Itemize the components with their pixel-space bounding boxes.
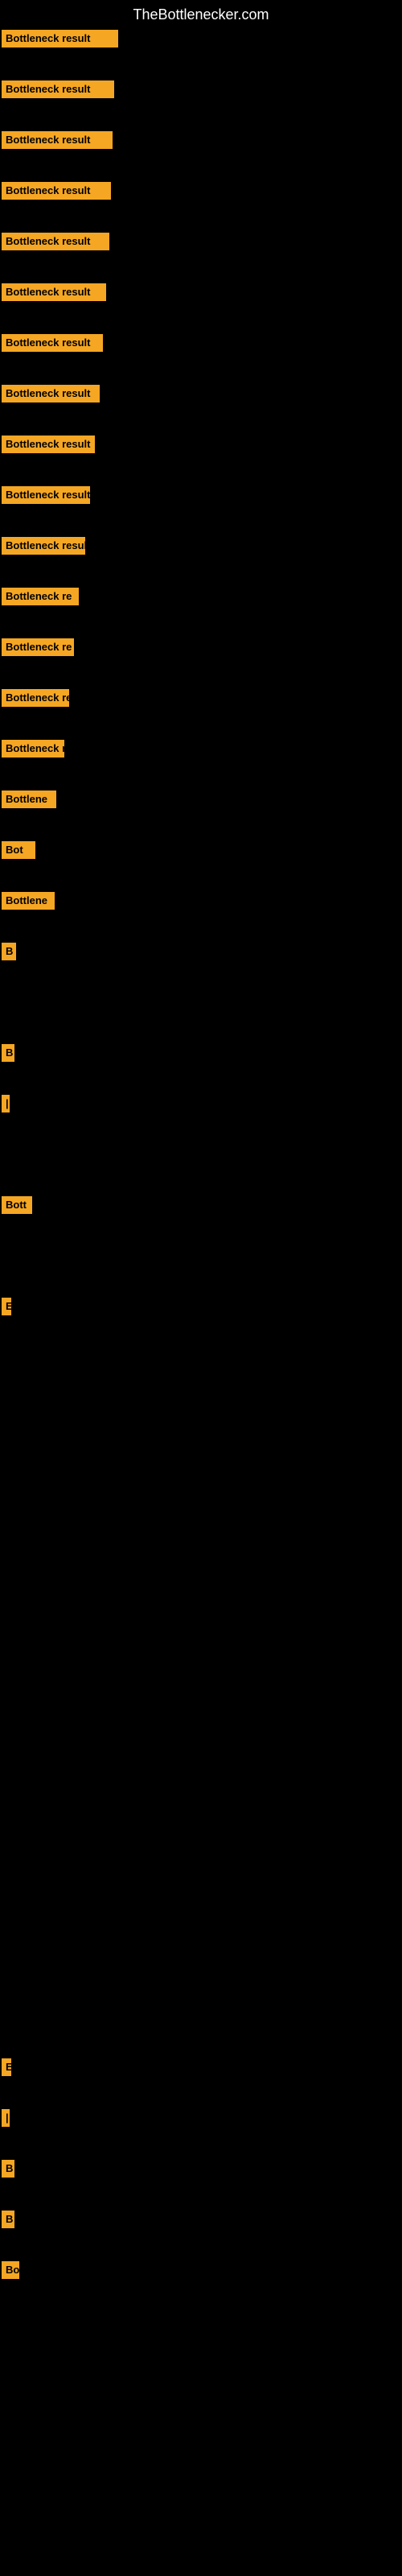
bottleneck-bar: Bottleneck result: [2, 283, 106, 301]
bottleneck-bar: B: [2, 2160, 14, 2178]
bottleneck-bar: Bottleneck result: [2, 436, 95, 453]
bottleneck-bar: Bottleneck result: [2, 30, 118, 47]
bottleneck-bar: Bottleneck result: [2, 537, 85, 555]
bottleneck-bar: Bottleneck result: [2, 233, 109, 250]
bottleneck-bar: B: [2, 2211, 14, 2228]
bottleneck-bar: Bottleneck re: [2, 588, 79, 605]
bottleneck-bar: E: [2, 2058, 11, 2076]
bottleneck-bar: B: [2, 1044, 14, 1062]
bottleneck-bar: Bottleneck result: [2, 486, 90, 504]
bottleneck-bar: Bottleneck result: [2, 80, 114, 98]
bottleneck-bar: Bo: [2, 2261, 19, 2279]
bottleneck-bar: Bottleneck result: [2, 131, 113, 149]
bottleneck-bar: Bot: [2, 841, 35, 859]
bottleneck-bar: Bottleneck re: [2, 638, 74, 656]
bottleneck-bar: Bottleneck result: [2, 182, 111, 200]
bottleneck-bar: E: [2, 1298, 11, 1315]
bottleneck-bar: |: [2, 2109, 10, 2127]
site-title: TheBottlenecker.com: [0, 0, 402, 30]
bottleneck-bar: B: [2, 943, 16, 960]
bottleneck-bar: Bottlene: [2, 892, 55, 910]
bottleneck-bar: |: [2, 1095, 10, 1113]
bottleneck-bar: Bottleneck re: [2, 689, 69, 707]
bottleneck-bar: Bottleneck result: [2, 334, 103, 352]
bottleneck-bar: Bott: [2, 1196, 32, 1214]
bottleneck-bar: Bottlene: [2, 791, 56, 808]
bottleneck-bar: Bottleneck r: [2, 740, 64, 758]
bottleneck-bar: Bottleneck result: [2, 385, 100, 402]
